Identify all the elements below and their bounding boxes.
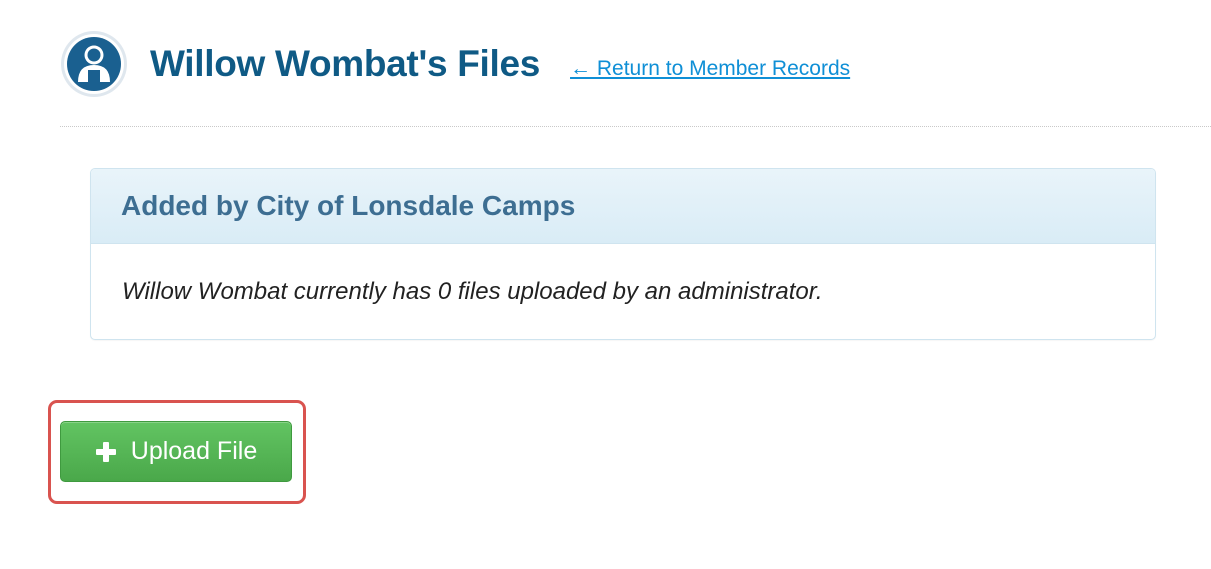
upload-file-label: Upload File bbox=[130, 437, 258, 465]
person-silhouette-icon bbox=[61, 31, 127, 97]
page-title: Willow Wombat's Files bbox=[150, 43, 541, 84]
empty-files-message: Willow Wombat currently has 0 files uplo… bbox=[122, 278, 823, 305]
panel-body: Willow Wombat currently has 0 files uplo… bbox=[91, 244, 1155, 339]
upload-file-button[interactable]: Upload File bbox=[60, 421, 292, 482]
files-panel: Added by City of Lonsdale Camps Willow W… bbox=[90, 168, 1156, 340]
plus-icon bbox=[95, 441, 116, 462]
panel-heading: Added by City of Lonsdale Camps bbox=[91, 169, 1155, 244]
page-header: Willow Wombat's Files ← Return to Member… bbox=[60, 30, 850, 98]
page: Willow Wombat's Files ← Return to Member… bbox=[0, 0, 1211, 569]
panel-title: Added by City of Lonsdale Camps bbox=[121, 190, 576, 221]
header-divider bbox=[60, 126, 1211, 127]
return-to-member-records-link[interactable]: ← Return to Member Records bbox=[570, 57, 850, 81]
